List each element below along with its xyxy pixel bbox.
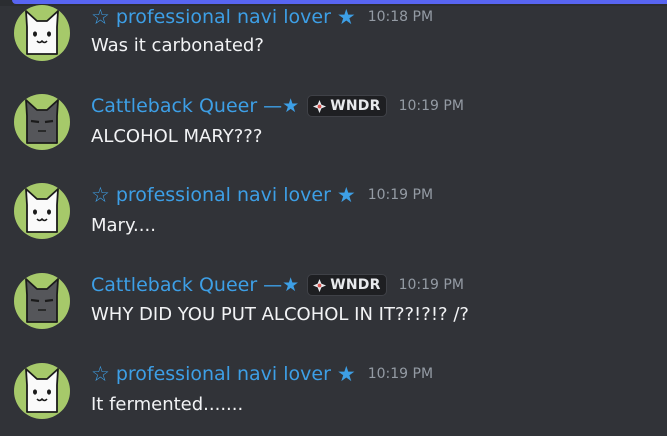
chat-message: ☆ professional navi lover ★ 10:19 PM It … [0,358,667,428]
white-cat-avatar[interactable] [14,363,70,419]
star-icon: ★ [336,4,356,29]
guild-tag[interactable]: WNDR [307,274,387,296]
gray-cat-avatar[interactable] [14,273,70,329]
message-header: Cattleback Queer —★ WNDR 10:19 PM [91,94,464,118]
message-header: ☆ professional navi lover ★ 10:18 PM [91,5,433,29]
timestamp[interactable]: 10:19 PM [368,187,433,203]
compass-diamond-icon [313,278,327,292]
timestamp[interactable]: 10:18 PM [368,9,433,25]
chat-message: ☆ professional navi lover ★ 10:19 PM Mar… [0,178,667,248]
chat-message: Cattleback Queer —★ WNDR 10:19 PM ALCOHO… [0,89,667,159]
message-header: ☆ professional navi lover ★ 10:19 PM [91,362,433,386]
author-name[interactable]: Cattleback Queer [91,275,257,295]
gray-cat-avatar[interactable] [14,94,70,150]
star-icon: ★ [336,182,356,207]
author-name-suffix: —★ [263,94,300,117]
white-cat-avatar[interactable] [14,5,70,61]
guild-tag-label: WNDR [330,277,381,293]
hollow-star-icon: ☆ [91,4,110,29]
message-header: ☆ professional navi lover ★ 10:19 PM [91,183,433,207]
timestamp[interactable]: 10:19 PM [399,277,464,293]
hollow-star-icon: ☆ [91,361,110,386]
chat-message: ☆ professional navi lover ★ 10:18 PM Was… [0,0,667,70]
message-header: Cattleback Queer —★ WNDR 10:19 PM [91,273,464,297]
message-text: Mary.... [91,215,156,236]
message-text: It fermented....... [91,394,244,415]
timestamp[interactable]: 10:19 PM [399,98,464,114]
chat-message: Cattleback Queer —★ WNDR 10:19 PM WHY DI… [0,268,667,338]
author-name[interactable]: professional navi lover [116,364,331,384]
star-icon: ★ [336,361,356,386]
white-cat-avatar[interactable] [14,183,70,239]
guild-tag-label: WNDR [330,98,381,114]
author-name-suffix: —★ [263,273,300,296]
author-name[interactable]: professional navi lover [116,7,331,27]
timestamp[interactable]: 10:19 PM [368,366,433,382]
message-text: WHY DID YOU PUT ALCOHOL IN IT??!?!? /? [91,304,469,325]
hollow-star-icon: ☆ [91,182,110,207]
message-text: Was it carbonated? [91,35,264,56]
compass-diamond-icon [313,99,327,113]
author-name[interactable]: professional navi lover [116,185,331,205]
message-text: ALCOHOL MARY??? [91,126,263,147]
author-name[interactable]: Cattleback Queer [91,96,257,116]
guild-tag[interactable]: WNDR [307,95,387,117]
